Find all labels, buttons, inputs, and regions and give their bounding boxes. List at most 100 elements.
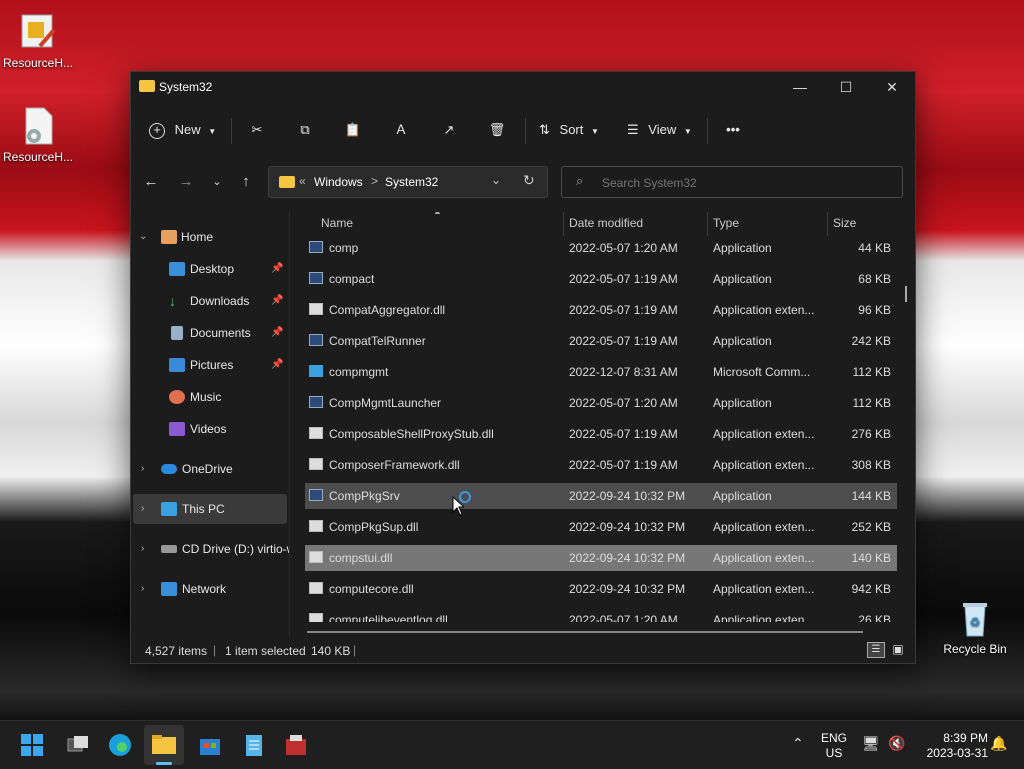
file-date: 2022-09-24 10:32 PM (569, 520, 686, 534)
file-type: Application (713, 272, 772, 286)
paste-button[interactable]: 📋 (341, 118, 365, 142)
video-icon (169, 422, 185, 436)
sidebar-item-videos[interactable]: Videos (169, 414, 289, 444)
file-type: Application exten... (713, 582, 815, 596)
table-row[interactable]: compmgmt 2022-12-07 8:31 AM Microsoft Comm… (305, 359, 897, 385)
table-row[interactable]: computelibeventlog.dll 2022-05-07 1:20 AM… (305, 607, 897, 622)
table-row[interactable]: CompatTelRunner 2022-05-07 1:19 AM Applica… (305, 328, 897, 354)
notepad-icon (246, 735, 262, 756)
column-separator[interactable] (827, 212, 828, 236)
search-box[interactable]: ⌕ (561, 166, 903, 198)
pin-icon[interactable]: 📌 (271, 350, 283, 380)
view-label: View (648, 122, 677, 137)
horizontal-scrollbar-thumb[interactable] (307, 631, 863, 633)
column-header-name[interactable]: Name (321, 212, 353, 234)
desktop-icon-resourcehacker-2[interactable]: ResourceH... (2, 106, 74, 164)
delete-button[interactable]: 🗑 (485, 118, 509, 142)
start-button[interactable] (18, 731, 46, 759)
application-icon (309, 396, 323, 408)
table-row[interactable]: compstui.dll 2022-09-24 10:32 PM Applicati… (305, 545, 897, 571)
sidebar-item-desktop[interactable]: Desktop 📌 (169, 254, 289, 284)
pin-icon[interactable]: 📌 (271, 254, 283, 284)
tiles-view-button[interactable]: ▣ (889, 642, 907, 658)
maximize-button[interactable]: ☐ (823, 72, 869, 102)
refresh-button[interactable]: ↻ (523, 172, 535, 189)
more-options-button[interactable]: ••• (719, 118, 747, 142)
column-header-size[interactable]: Size (833, 212, 856, 234)
back-button[interactable]: ← (139, 172, 163, 192)
table-row[interactable]: comp 2022-05-07 1:20 AM Application 44 KB (305, 235, 897, 261)
title-bar[interactable]: System32 — ☐ ✕ (131, 72, 915, 102)
breadcrumb-item-windows[interactable]: Windows (314, 175, 363, 189)
file-size: 96 KB (858, 303, 891, 317)
table-row[interactable]: CompPkgSrv 2022-09-24 10:32 PM Application… (305, 483, 897, 509)
network-icon[interactable]: 🖥 (862, 735, 880, 752)
table-row[interactable]: computecore.dll 2022-09-24 10:32 PM Applic… (305, 576, 897, 602)
volume-muted-icon[interactable]: 🔇 (888, 735, 905, 752)
file-type: Application exten... (713, 551, 815, 565)
file-name: computelibeventlog.dll (329, 613, 448, 622)
sidebar-item-home[interactable]: ⌄ Home (139, 222, 289, 252)
table-row[interactable]: CompatAggregator.dll 2022-05-07 1:19 AM Ap… (305, 297, 897, 323)
recent-locations-button[interactable]: ⌄ (205, 172, 229, 192)
breadcrumb-overflow[interactable]: « (299, 174, 306, 188)
table-row[interactable]: ComposableShellProxyStub.dll 2022-05-07 1… (305, 421, 897, 447)
forward-button[interactable]: → (174, 172, 198, 192)
search-input[interactable] (600, 173, 894, 193)
clock[interactable]: 8:39 PM 2023-03-31 (912, 731, 988, 761)
sidebar-item-downloads[interactable]: ↓ Downloads 📌 (169, 286, 289, 316)
file-type: Application (713, 396, 772, 410)
console-file-icon (309, 365, 323, 377)
details-view-button[interactable]: ☰ (867, 642, 885, 658)
table-row[interactable]: compact 2022-05-07 1:19 AM Application 68 K… (305, 266, 897, 292)
column-separator[interactable] (707, 212, 708, 236)
view-button[interactable]: ☰ View ▼ (627, 118, 697, 142)
column-header-date[interactable]: Date modified (569, 212, 643, 234)
sidebar-item-this-pc[interactable]: › This PC (133, 494, 287, 524)
sort-button[interactable]: ⇅ Sort ▼ (539, 118, 605, 142)
column-separator[interactable] (563, 212, 564, 236)
application-icon (309, 489, 323, 501)
cut-button[interactable]: ✂ (245, 118, 269, 142)
file-date: 2022-09-24 10:32 PM (569, 582, 686, 596)
table-row[interactable]: CompMgmtLauncher 2022-05-07 1:20 AM Applic… (305, 390, 897, 416)
sidebar-item-pictures[interactable]: Pictures 📌 (169, 350, 289, 380)
vertical-scrollbar-thumb[interactable] (905, 286, 907, 302)
sidebar-item-onedrive[interactable]: › OneDrive (139, 454, 289, 484)
notepad-button[interactable] (240, 731, 268, 759)
notification-icon[interactable]: 🔔 (990, 735, 1007, 752)
breadcrumb-item-system32[interactable]: System32 (385, 175, 438, 189)
pin-icon[interactable]: 📌 (271, 318, 283, 348)
pane-divider[interactable] (289, 212, 290, 636)
rename-button[interactable]: Ａ (389, 118, 413, 142)
store-button[interactable] (196, 731, 224, 759)
file-size: 44 KB (858, 241, 891, 255)
pin-icon[interactable]: 📌 (271, 286, 283, 316)
resource-hacker-button[interactable] (282, 731, 310, 759)
file-explorer-taskbar-button[interactable] (144, 725, 184, 765)
desktop-icon-resourcehacker-1[interactable]: ResourceH... (2, 12, 74, 70)
file-list: ▲ Name Date modified Type Size comp 2022-… (293, 212, 903, 622)
share-button[interactable]: ↗ (437, 118, 461, 142)
sidebar-item-documents[interactable]: Documents 📌 (169, 318, 289, 348)
copy-button[interactable]: ⧉ (293, 118, 317, 142)
sidebar-item-cd-drive[interactable]: › CD Drive (D:) virtio-w (139, 534, 289, 564)
language-indicator[interactable]: ENG US (816, 731, 852, 761)
table-row[interactable]: CompPkgSup.dll 2022-09-24 10:32 PM Applica… (305, 514, 897, 540)
address-bar[interactable]: « Windows > System32 ⌄ ↻ (268, 166, 548, 198)
task-view-button[interactable] (64, 731, 92, 759)
close-button[interactable]: ✕ (869, 72, 915, 102)
column-header-type[interactable]: Type (713, 212, 739, 234)
file-type: Application (713, 241, 772, 255)
edge-browser-button[interactable] (106, 731, 134, 759)
table-row[interactable]: ComposerFramework.dll 2022-05-07 1:19 AM A… (305, 452, 897, 478)
desktop-icon-recycle-bin[interactable]: ♻ Recycle Bin (939, 598, 1011, 656)
new-button[interactable]: + New ▼ (149, 118, 219, 142)
minimize-button[interactable]: — (777, 72, 823, 102)
sidebar-item-network[interactable]: › Network (139, 574, 289, 604)
chevron-up-icon[interactable]: ⌃ (792, 735, 804, 752)
folder-icon (139, 80, 155, 92)
address-dropdown-button[interactable]: ⌄ (491, 173, 501, 187)
sidebar-item-music[interactable]: Music (169, 382, 289, 412)
up-button[interactable]: ↑ (234, 172, 258, 192)
